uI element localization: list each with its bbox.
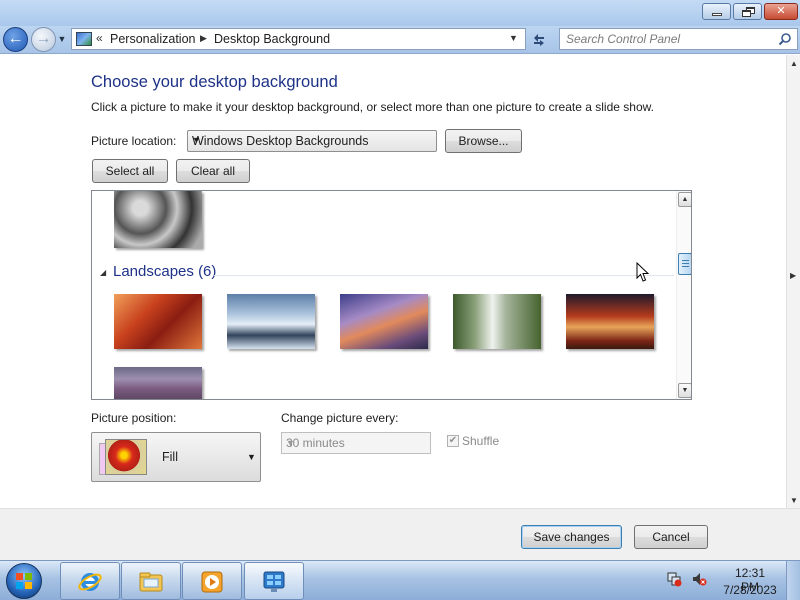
clock-date[interactable]: 7/28/2023 xyxy=(717,583,783,597)
refresh-button[interactable] xyxy=(529,30,549,50)
picture-position-dropdown[interactable]: Fill ▼ xyxy=(91,432,261,482)
navigation-bar: ← → ▼ « Personalization ▶ Desktop Backgr… xyxy=(0,26,800,54)
close-icon: ✕ xyxy=(776,5,786,17)
change-picture-interval-dropdown[interactable]: 30 minutes ▼ xyxy=(281,432,431,454)
address-dropdown-icon[interactable]: ▼ xyxy=(509,33,518,43)
picture-thumbnail[interactable] xyxy=(453,294,541,349)
picture-thumbnail[interactable] xyxy=(566,294,654,349)
restore-button[interactable] xyxy=(733,3,762,20)
main-content: Choose your desktop background Click a p… xyxy=(0,55,786,508)
taskbar-windows-explorer[interactable] xyxy=(121,562,181,600)
window-titlebar: ✕ xyxy=(0,0,800,26)
recent-pages-dropdown[interactable]: ▼ xyxy=(57,34,67,44)
group-divider xyxy=(214,275,674,276)
search-input[interactable] xyxy=(560,29,772,49)
media-player-icon xyxy=(201,571,223,593)
chevron-down-icon: ▼ xyxy=(247,452,256,462)
close-button[interactable]: ✕ xyxy=(764,3,798,20)
control-panel-icon xyxy=(76,32,92,46)
network-icon[interactable] xyxy=(666,571,682,587)
start-button[interactable] xyxy=(6,563,42,599)
scroll-up-button[interactable]: ▲ xyxy=(678,192,691,207)
picture-thumbnail[interactable] xyxy=(114,294,202,349)
minimize-icon xyxy=(712,13,722,16)
address-bar[interactable]: « Personalization ▶ Desktop Background ▼ xyxy=(71,28,526,50)
shuffle-checkbox[interactable]: ✔ xyxy=(447,435,459,447)
search-icon[interactable] xyxy=(778,32,792,46)
picture-thumbnail[interactable] xyxy=(114,367,202,399)
breadcrumb-desktop-background[interactable]: Desktop Background xyxy=(214,32,330,46)
dialog-footer: Save changes Cancel xyxy=(0,508,800,560)
save-changes-button[interactable]: Save changes xyxy=(521,525,622,549)
browse-button[interactable]: Browse... xyxy=(445,129,522,153)
forward-arrow-icon: → xyxy=(35,30,52,47)
gallery-scrollbar[interactable]: ▲ ▼ xyxy=(676,191,691,399)
taskbar-media-player[interactable] xyxy=(182,562,242,600)
page-description: Click a picture to make it your desktop … xyxy=(91,100,654,114)
minimize-button[interactable] xyxy=(702,3,731,20)
back-button[interactable]: ← xyxy=(3,27,28,52)
control-panel-icon xyxy=(263,571,285,592)
breadcrumb-chevron-icon[interactable]: ▶ xyxy=(200,33,207,44)
breadcrumb-personalization[interactable]: Personalization xyxy=(110,32,195,46)
taskbar-control-panel[interactable] xyxy=(244,562,304,600)
scroll-right-icon: ▶ xyxy=(790,271,797,280)
shuffle-label[interactable]: Shuffle xyxy=(462,434,499,448)
scroll-down-button[interactable]: ▼ xyxy=(678,383,691,398)
scrollbar-thumb[interactable] xyxy=(678,253,691,275)
chevron-down-icon: ▼ xyxy=(286,438,295,448)
grip-icon xyxy=(682,260,689,267)
forward-button[interactable]: → xyxy=(31,27,56,52)
picture-position-label: Picture position: xyxy=(91,411,177,425)
fill-preview-icon xyxy=(97,437,153,477)
windows-explorer-icon xyxy=(139,572,163,592)
picture-location-label: Picture location: xyxy=(91,134,177,148)
taskbar-internet-explorer[interactable] xyxy=(60,562,120,600)
page-title: Choose your desktop background xyxy=(91,73,338,91)
volume-muted-icon[interactable] xyxy=(691,571,707,587)
scroll-down-icon[interactable]: ▼ xyxy=(790,496,798,505)
show-desktop-button[interactable] xyxy=(786,561,800,600)
internet-explorer-icon xyxy=(78,573,102,591)
picture-thumbnail[interactable] xyxy=(114,191,202,248)
picture-thumbnail[interactable] xyxy=(227,294,315,349)
select-all-button[interactable]: Select all xyxy=(92,159,168,183)
group-title-landscapes[interactable]: Landscapes (6) xyxy=(113,263,216,280)
picture-position-value: Fill xyxy=(162,450,178,464)
clear-all-button[interactable]: Clear all xyxy=(176,159,250,183)
cancel-button[interactable]: Cancel xyxy=(634,525,708,549)
chevron-down-icon: ▼ xyxy=(192,135,201,145)
window-scrollbar[interactable]: ▲ ▶ ▼ xyxy=(786,55,800,508)
mouse-cursor-icon xyxy=(636,262,650,282)
restore-icon-back xyxy=(742,10,751,17)
scroll-up-icon[interactable]: ▲ xyxy=(790,59,798,68)
search-box[interactable] xyxy=(559,28,798,50)
back-arrow-icon: ← xyxy=(7,30,24,47)
picture-thumbnail[interactable] xyxy=(340,294,428,349)
windows-logo-icon xyxy=(16,573,32,589)
picture-gallery[interactable]: ◢ Landscapes (6) ▲ ▼ xyxy=(91,190,692,400)
refresh-icon xyxy=(534,34,544,46)
collapse-group-icon[interactable]: ◢ xyxy=(100,268,106,277)
breadcrumb-overflow-icon[interactable]: « xyxy=(96,31,103,45)
picture-location-dropdown[interactable]: Windows Desktop Backgrounds ▼ xyxy=(187,130,437,152)
change-picture-label: Change picture every: xyxy=(281,411,399,425)
